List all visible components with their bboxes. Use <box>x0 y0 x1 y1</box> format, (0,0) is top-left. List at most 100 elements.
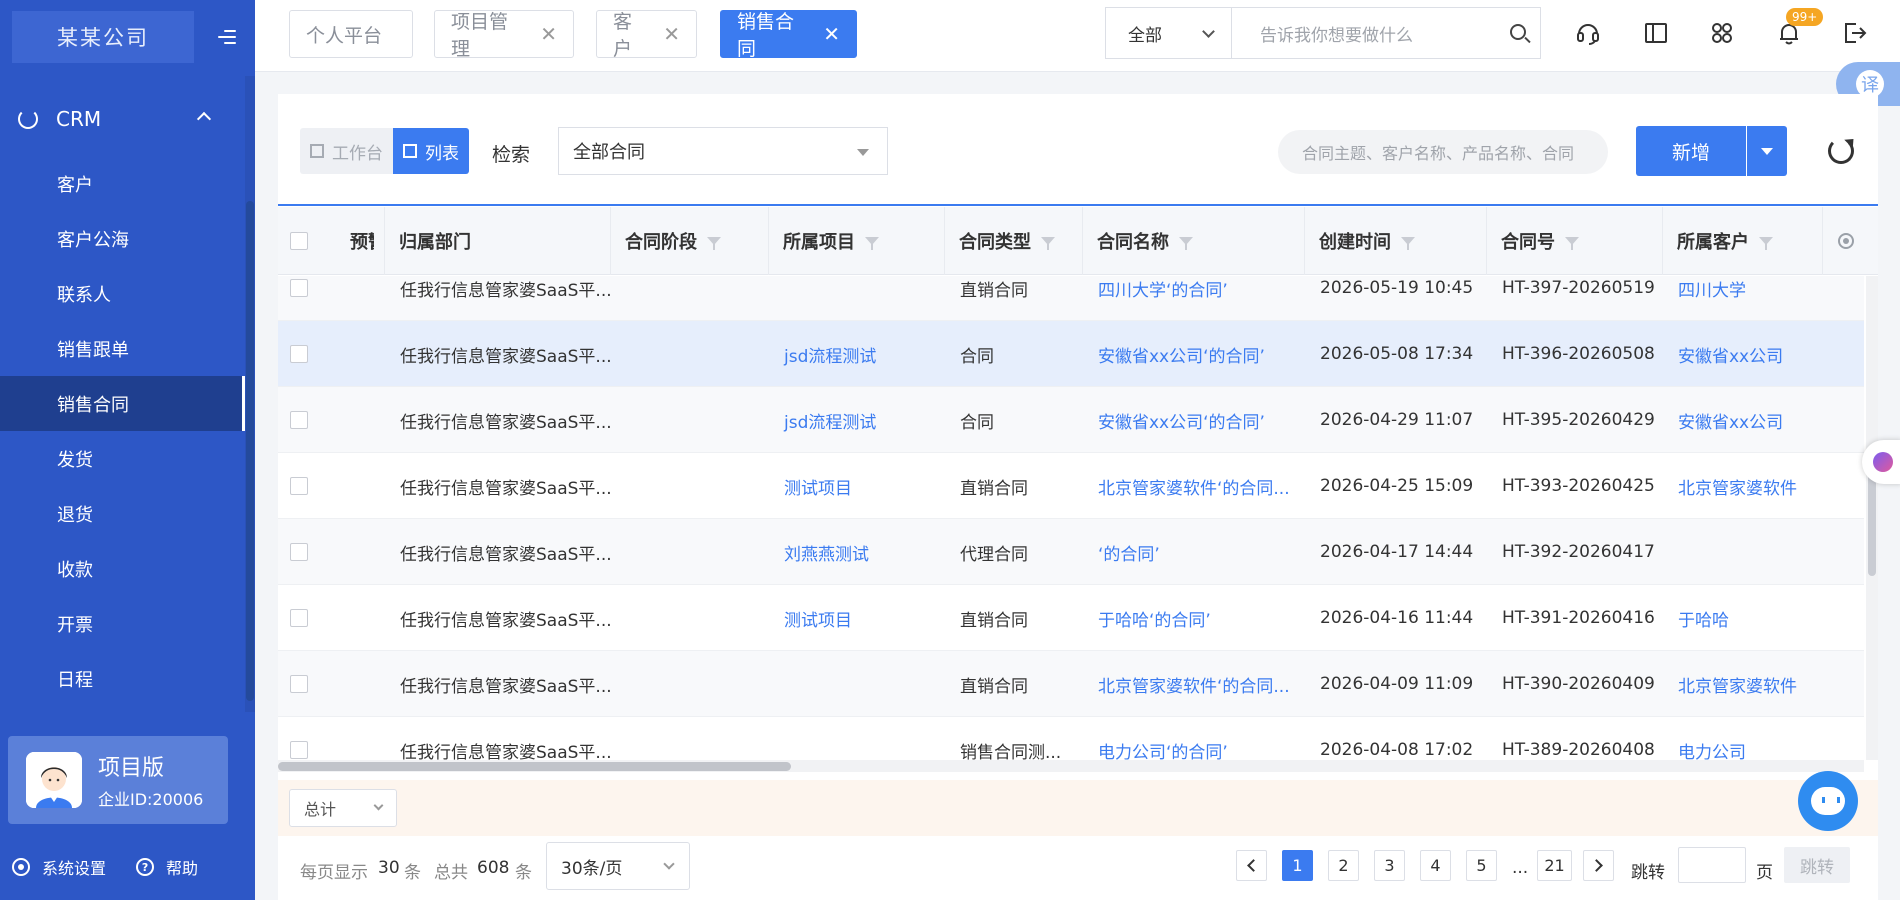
cell-customer[interactable]: 北京管家婆软件 <box>1678 651 1797 717</box>
page-button-4[interactable]: 4 <box>1420 850 1451 881</box>
table-vertical-scrollbar[interactable] <box>1866 276 1878 760</box>
page-size-select[interactable]: 30条/页 <box>546 842 690 890</box>
table-row[interactable]: 任我行信息管家婆SaaS平... 销售合同测... 电力公司‘的合同’ 2026… <box>278 717 1864 760</box>
column-header-department[interactable]: 归属部门 <box>384 207 610 275</box>
settings-link[interactable]: 系统设置 <box>42 855 106 879</box>
apps-grid-icon[interactable] <box>1709 20 1735 46</box>
jump-button[interactable]: 跳转 <box>1784 847 1850 883</box>
table-row[interactable]: 任我行信息管家婆SaaS平... 测试项目 直销合同 于哈哈‘的合同’ 2026… <box>278 585 1864 651</box>
table-row[interactable]: 任我行信息管家婆SaaS平... 直销合同 四川大学‘的合同’ 2026-05-… <box>278 276 1864 321</box>
global-search-input[interactable]: 告诉我你想要做什么 <box>1231 7 1541 59</box>
sidebar-item-contacts[interactable]: 联系人 <box>0 266 245 321</box>
cell-customer[interactable]: 四川大学 <box>1678 276 1746 321</box>
tab-sales-contracts[interactable]: 销售合同 ✕ <box>720 10 857 60</box>
page-button-2[interactable]: 2 <box>1328 850 1359 881</box>
edition-card[interactable]: 项目版 企业ID:20006 <box>8 736 228 824</box>
sidebar-section-crm[interactable]: CRM <box>0 100 245 138</box>
search-icon[interactable] <box>1510 24 1526 40</box>
prev-page-button[interactable] <box>1236 850 1267 881</box>
page-button-3[interactable]: 3 <box>1374 850 1405 881</box>
filter-icon[interactable] <box>1565 237 1579 250</box>
column-header-stage[interactable]: 合同阶段 <box>610 207 768 275</box>
contract-search-input[interactable]: 合同主题、客户名称、产品名称、合同 <box>1278 130 1608 174</box>
close-icon[interactable]: ✕ <box>663 22 680 46</box>
sidebar-item-shipping[interactable]: 发货 <box>0 431 245 486</box>
tab-customers[interactable]: 客户 ✕ <box>596 10 697 60</box>
sidebar-item-customer-pool[interactable]: 客户公海 <box>0 211 245 266</box>
jump-page-input[interactable] <box>1678 847 1746 883</box>
cell-customer[interactable]: 安徽省xx公司 <box>1678 387 1783 453</box>
cell-customer[interactable]: 北京管家婆软件 <box>1678 453 1797 519</box>
cell-contract-name[interactable]: ‘的合同’ <box>1098 519 1160 585</box>
table-row[interactable]: 任我行信息管家婆SaaS平... 刘燕燕测试 代理合同 ‘的合同’ 2026-0… <box>278 519 1864 585</box>
refresh-icon[interactable] <box>1828 138 1854 164</box>
sidebar-item-sales-contracts[interactable]: 销售合同 <box>0 376 245 431</box>
add-dropdown-button[interactable] <box>1747 126 1787 176</box>
cell-customer[interactable]: 安徽省xx公司 <box>1678 321 1783 387</box>
column-header-customer[interactable]: 所属客户 <box>1662 207 1822 275</box>
row-checkbox[interactable] <box>290 411 308 429</box>
column-header-name[interactable]: 合同名称 <box>1082 207 1304 275</box>
filter-icon[interactable] <box>1041 237 1055 250</box>
page-button-1[interactable]: 1 <box>1282 850 1313 881</box>
cell-contract-name[interactable]: 北京管家婆软件‘的合同... <box>1098 453 1290 519</box>
close-icon[interactable]: ✕ <box>540 22 557 46</box>
table-row[interactable]: 任我行信息管家婆SaaS平... 直销合同 北京管家婆软件‘的合同... 202… <box>278 651 1864 717</box>
view-workbench-button[interactable]: 工作台 <box>300 128 393 174</box>
filter-icon[interactable] <box>1401 237 1415 250</box>
ai-assistant-tab[interactable] <box>1862 440 1900 484</box>
row-checkbox[interactable] <box>290 675 308 693</box>
page-button-5[interactable]: 5 <box>1466 850 1497 881</box>
cell-project[interactable]: jsd流程测试 <box>784 321 876 387</box>
cell-contract-name[interactable]: 安徽省xx公司‘的合同’ <box>1098 321 1265 387</box>
sidebar-scrollbar-thumb[interactable] <box>246 201 254 701</box>
sidebar-layout-icon[interactable] <box>1643 20 1669 46</box>
column-header-contract-no[interactable]: 合同号 <box>1486 207 1662 275</box>
row-checkbox[interactable] <box>290 477 308 495</box>
chat-support-button[interactable] <box>1798 771 1858 831</box>
column-header-created[interactable]: 创建时间 <box>1304 207 1486 275</box>
column-header-type[interactable]: 合同类型 <box>944 207 1082 275</box>
table-row[interactable]: 任我行信息管家婆SaaS平... jsd流程测试 合同 安徽省xx公司‘的合同’… <box>278 387 1864 453</box>
column-settings-icon[interactable] <box>1838 233 1854 249</box>
contract-filter-select[interactable]: 全部合同 <box>558 127 888 175</box>
cell-project[interactable]: 刘燕燕测试 <box>784 519 869 585</box>
column-header-warning[interactable]: 预警 <box>322 207 386 275</box>
filter-icon[interactable] <box>1759 237 1773 250</box>
summary-select[interactable]: 总计 <box>289 789 397 827</box>
column-header-project[interactable]: 所属项目 <box>768 207 944 275</box>
sidebar-item-sales-followup[interactable]: 销售跟单 <box>0 321 245 376</box>
sidebar-scrollbar[interactable] <box>245 76 255 712</box>
help-link[interactable]: 帮助 <box>166 855 198 879</box>
cell-contract-name[interactable]: 电力公司‘的合同’ <box>1098 717 1228 761</box>
filter-icon[interactable] <box>1179 237 1193 250</box>
tab-personal-platform[interactable]: 个人平台 <box>289 10 413 58</box>
cell-contract-name[interactable]: 北京管家婆软件‘的合同... <box>1098 651 1290 717</box>
menu-toggle-icon[interactable] <box>218 30 236 44</box>
table-row[interactable]: 任我行信息管家婆SaaS平... jsd流程测试 合同 安徽省xx公司‘的合同’… <box>278 321 1864 387</box>
search-scope-select[interactable]: 全部 <box>1105 7 1231 59</box>
filter-icon[interactable] <box>865 237 879 250</box>
sidebar-item-returns[interactable]: 退货 <box>0 486 245 541</box>
select-all-checkbox[interactable] <box>290 232 308 250</box>
headset-icon[interactable] <box>1575 20 1601 46</box>
row-checkbox[interactable] <box>290 279 308 297</box>
cell-project[interactable]: jsd流程测试 <box>784 387 876 453</box>
tab-project-management[interactable]: 项目管理 ✕ <box>434 10 574 60</box>
row-checkbox[interactable] <box>290 543 308 561</box>
next-page-button[interactable] <box>1583 850 1614 881</box>
cell-contract-name[interactable]: 于哈哈‘的合同’ <box>1098 585 1211 651</box>
sidebar-item-invoices[interactable]: 开票 <box>0 596 245 651</box>
cell-customer[interactable]: 电力公司 <box>1678 717 1746 761</box>
close-icon[interactable]: ✕ <box>823 22 840 46</box>
logout-icon[interactable] <box>1842 20 1868 46</box>
sidebar-item-schedule[interactable]: 日程 <box>0 651 245 706</box>
sidebar-item-receipts[interactable]: 收款 <box>0 541 245 596</box>
table-row[interactable]: 任我行信息管家婆SaaS平... 测试项目 直销合同 北京管家婆软件‘的合同..… <box>278 453 1864 519</box>
view-list-button[interactable]: 列表 <box>393 128 469 174</box>
table-horizontal-scrollbar-thumb[interactable] <box>278 762 791 771</box>
add-contract-button[interactable]: 新增 <box>1636 126 1746 176</box>
row-checkbox[interactable] <box>290 345 308 363</box>
sidebar-item-customers[interactable]: 客户 <box>0 156 245 211</box>
page-button-last[interactable]: 21 <box>1537 850 1572 881</box>
